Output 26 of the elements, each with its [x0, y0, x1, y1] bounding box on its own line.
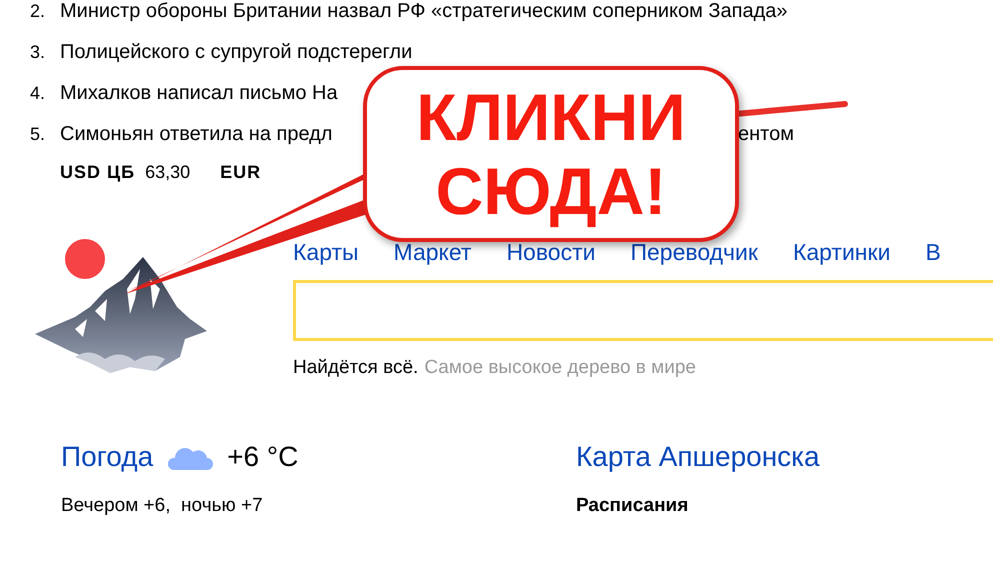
currency-code: EUR — [220, 162, 262, 183]
nav-link[interactable]: Новости — [506, 239, 596, 266]
nav-link[interactable]: Картинки — [792, 239, 890, 266]
map-link[interactable]: Карта Апшеронска — [576, 441, 820, 473]
search-tagline: Найдётся всё. — [293, 357, 418, 379]
temperature: +6 °C — [227, 441, 298, 473]
section-heading: Расписания — [576, 495, 690, 517]
list-number: 2. — [30, 0, 46, 23]
list-number: 3. — [30, 41, 46, 64]
callout-text: КЛИКНИ СЮДА! — [416, 80, 686, 228]
forecast-text: Вечером +6, ночью +7 — [61, 495, 264, 517]
currency-rate: 63,30 — [145, 162, 190, 183]
nav-link[interactable]: Маркет — [394, 239, 472, 266]
news-link[interactable]: Михалков написал письмо На — [60, 82, 338, 105]
weather-link[interactable]: Погода — [61, 441, 154, 473]
search-field[interactable] — [293, 280, 993, 341]
nav-link[interactable]: В — [925, 239, 941, 266]
news-link[interactable]: Полицейского с супругой подстерегли — [60, 41, 412, 64]
nav-link[interactable]: Карты — [293, 239, 359, 266]
news-link[interactable]: Министр обороны Британии назвал РФ «стратегическим соперником Запада» — [60, 0, 788, 23]
news-link[interactable]: ентом — [738, 123, 794, 146]
list-number: 5. — [30, 123, 46, 146]
list-number: 4. — [30, 82, 46, 105]
currency-code: USD ЦБ — [60, 162, 136, 183]
nav-link[interactable]: Переводчик — [630, 239, 758, 266]
news-link[interactable]: Симоньян ответила на предл — [60, 123, 332, 146]
